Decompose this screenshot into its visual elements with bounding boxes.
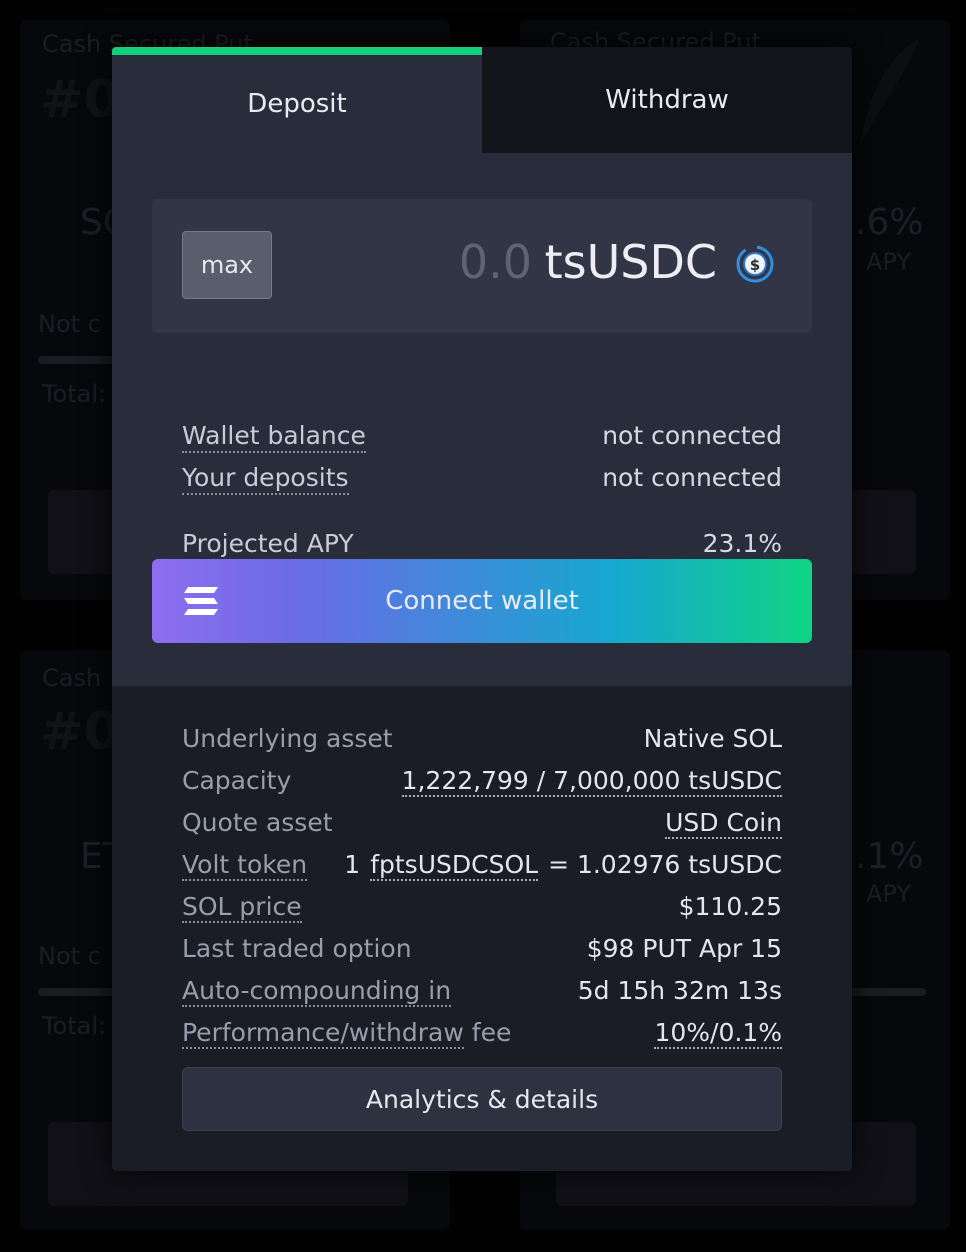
quote-asset-row: Quote asset USD Coin xyxy=(182,808,782,839)
projected-apy-row: Projected APY 23.1% xyxy=(182,529,782,561)
last-traded-row: Last traded option $98 PUT Apr 15 xyxy=(182,934,782,963)
deposit-modal: Deposit Withdraw max 0.0 tsUSDC $ Wallet… xyxy=(112,47,852,1171)
your-deposits-label[interactable]: Your deposits xyxy=(182,463,349,495)
capacity-label: Capacity xyxy=(182,766,292,795)
last-traded-value: $98 PUT Apr 15 xyxy=(586,934,782,963)
underlying-asset-value: Native SOL xyxy=(643,724,782,753)
solana-icon xyxy=(184,587,218,615)
underlying-asset-label: Underlying asset xyxy=(182,724,393,753)
your-deposits-row: Your deposits not connected xyxy=(182,463,782,495)
deposit-panel: max 0.0 tsUSDC $ Wallet balance not conn… xyxy=(112,153,852,686)
volt-token-value: 1 fptsUSDCSOL = 1.02976 tsUSDC xyxy=(307,850,782,881)
analytics-details-button[interactable]: Analytics & details xyxy=(182,1067,782,1131)
wallet-balance-label[interactable]: Wallet balance xyxy=(182,421,366,453)
your-deposits-value: not connected xyxy=(602,463,782,492)
quote-asset-value[interactable]: USD Coin xyxy=(665,808,782,839)
volt-token-symbol[interactable]: fptsUSDCSOL xyxy=(370,850,539,881)
fee-label: Performance/withdraw fee xyxy=(182,1018,511,1049)
wallet-balance-row: Wallet balance not connected xyxy=(182,421,782,453)
tab-withdraw[interactable]: Withdraw xyxy=(482,47,852,153)
sol-price-row: SOL price $110.25 xyxy=(182,892,782,923)
usdc-coin-icon: $ xyxy=(736,245,774,283)
connect-wallet-button[interactable]: Connect wallet xyxy=(152,559,812,643)
amount-input-box[interactable]: max 0.0 tsUSDC $ xyxy=(152,199,812,333)
max-button[interactable]: max xyxy=(182,231,272,299)
last-traded-label: Last traded option xyxy=(182,934,412,963)
autocompound-value: 5d 15h 32m 13s xyxy=(577,976,782,1005)
autocompound-row: Auto-compounding in 5d 15h 32m 13s xyxy=(182,976,782,1007)
fee-label-link[interactable]: Performance/withdraw xyxy=(182,1018,464,1049)
token-symbol: tsUSDC xyxy=(544,235,717,289)
tab-bar: Deposit Withdraw xyxy=(112,47,852,153)
fee-value[interactable]: 10%/0.1% xyxy=(654,1018,782,1049)
wallet-balance-value: not connected xyxy=(602,421,782,450)
connect-wallet-label: Connect wallet xyxy=(385,586,579,616)
sol-price-label[interactable]: SOL price xyxy=(182,892,302,923)
capacity-value[interactable]: 1,222,799 / 7,000,000 tsUSDC xyxy=(401,766,782,797)
fee-row: Performance/withdraw fee 10%/0.1% xyxy=(182,1018,782,1049)
quote-asset-label: Quote asset xyxy=(182,808,333,837)
volt-token-amount: 1 xyxy=(344,850,361,879)
amount-input[interactable]: 0.0 xyxy=(459,235,532,289)
svg-text:$: $ xyxy=(750,256,760,274)
tab-deposit[interactable]: Deposit xyxy=(112,47,482,153)
capacity-row: Capacity 1,222,799 / 7,000,000 tsUSDC xyxy=(182,766,782,797)
volt-token-rate: = 1.02976 tsUSDC xyxy=(548,850,782,879)
vault-details: Underlying asset Native SOL Capacity 1,2… xyxy=(112,686,852,1171)
projected-apy-label[interactable]: Projected APY xyxy=(182,529,354,561)
projected-apy-value: 23.1% xyxy=(702,529,782,558)
volt-token-row: Volt token 1 fptsUSDCSOL = 1.02976 tsUSD… xyxy=(182,850,782,881)
fee-label-suffix: fee xyxy=(471,1018,512,1047)
autocompound-label[interactable]: Auto-compounding in xyxy=(182,976,452,1007)
volt-token-label[interactable]: Volt token xyxy=(182,850,308,881)
sol-price-value: $110.25 xyxy=(678,892,782,921)
underlying-asset-row: Underlying asset Native SOL xyxy=(182,724,782,753)
